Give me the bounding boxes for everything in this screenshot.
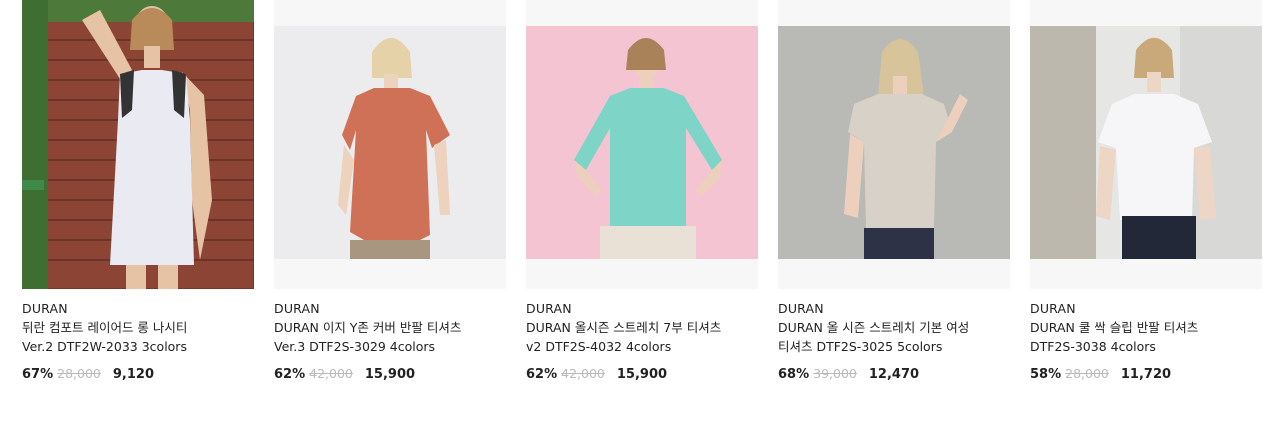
product-card[interactable]: DURAN DURAN 올 시즌 스트레치 기본 여성 티셔츠 DTF2S-30… <box>778 0 1010 382</box>
product-price: 62% 42,000 15,900 <box>526 365 667 383</box>
product-image[interactable] <box>778 0 1010 289</box>
discount-rate: 62% <box>274 367 306 382</box>
product-card[interactable]: DURAN DURAN 쿨 싹 슬립 반팔 티셔츠 DTF2S-3038 4co… <box>1030 0 1262 382</box>
product-photo <box>778 0 1010 289</box>
product-grid: DURAN 뒤란 컴포트 레이어드 롱 나시티 Ver.2 DTF2W-2033… <box>22 0 1262 436</box>
sale-price: 15,900 <box>364 367 416 382</box>
discount-rate: 58% <box>1030 367 1062 382</box>
discount-rate: 67% <box>22 367 54 382</box>
product-brand: DURAN <box>274 301 320 316</box>
sale-price: 11,720 <box>1120 367 1172 382</box>
sale-price: 12,470 <box>868 367 920 382</box>
product-photo <box>1030 0 1262 289</box>
discount-rate: 62% <box>526 367 558 382</box>
product-card[interactable]: DURAN DURAN 올시즌 스트레치 7부 티셔츠 v2 DTF2S-403… <box>526 0 758 382</box>
original-price: 42,000 <box>309 366 353 381</box>
product-image[interactable] <box>1030 0 1262 289</box>
product-name[interactable]: 뒤란 컴포트 레이어드 롱 나시티 Ver.2 DTF2W-2033 3colo… <box>22 318 222 356</box>
product-name[interactable]: DURAN 올시즌 스트레치 7부 티셔츠 v2 DTF2S-4032 4col… <box>526 318 726 356</box>
original-price: 39,000 <box>813 366 857 381</box>
product-photo <box>22 0 254 289</box>
product-price: 68% 39,000 12,470 <box>778 365 919 383</box>
sale-price: 15,900 <box>616 367 668 382</box>
product-price: 62% 42,000 15,900 <box>274 365 415 383</box>
sale-price: 9,120 <box>112 367 154 382</box>
original-price: 42,000 <box>561 366 605 381</box>
product-card[interactable]: DURAN 뒤란 컴포트 레이어드 롱 나시티 Ver.2 DTF2W-2033… <box>22 0 254 382</box>
product-price: 58% 28,000 11,720 <box>1030 365 1171 383</box>
product-photo <box>526 0 758 289</box>
original-price: 28,000 <box>57 366 101 381</box>
product-photo <box>274 0 506 289</box>
product-name[interactable]: DURAN 이지 Y존 커버 반팔 티셔츠 Ver.3 DTF2S-3029 4… <box>274 318 474 356</box>
product-brand: DURAN <box>1030 301 1076 316</box>
original-price: 28,000 <box>1065 366 1109 381</box>
product-image[interactable] <box>526 0 758 289</box>
product-image[interactable] <box>274 0 506 289</box>
product-name[interactable]: DURAN 쿨 싹 슬립 반팔 티셔츠 DTF2S-3038 4colors <box>1030 318 1230 356</box>
product-brand: DURAN <box>22 301 68 316</box>
product-image[interactable] <box>22 0 254 289</box>
discount-rate: 68% <box>778 367 810 382</box>
product-price: 67% 28,000 9,120 <box>22 365 154 383</box>
product-name[interactable]: DURAN 올 시즌 스트레치 기본 여성 티셔츠 DTF2S-3025 5co… <box>778 318 978 356</box>
product-card[interactable]: DURAN DURAN 이지 Y존 커버 반팔 티셔츠 Ver.3 DTF2S-… <box>274 0 506 382</box>
product-brand: DURAN <box>526 301 572 316</box>
product-brand: DURAN <box>778 301 824 316</box>
